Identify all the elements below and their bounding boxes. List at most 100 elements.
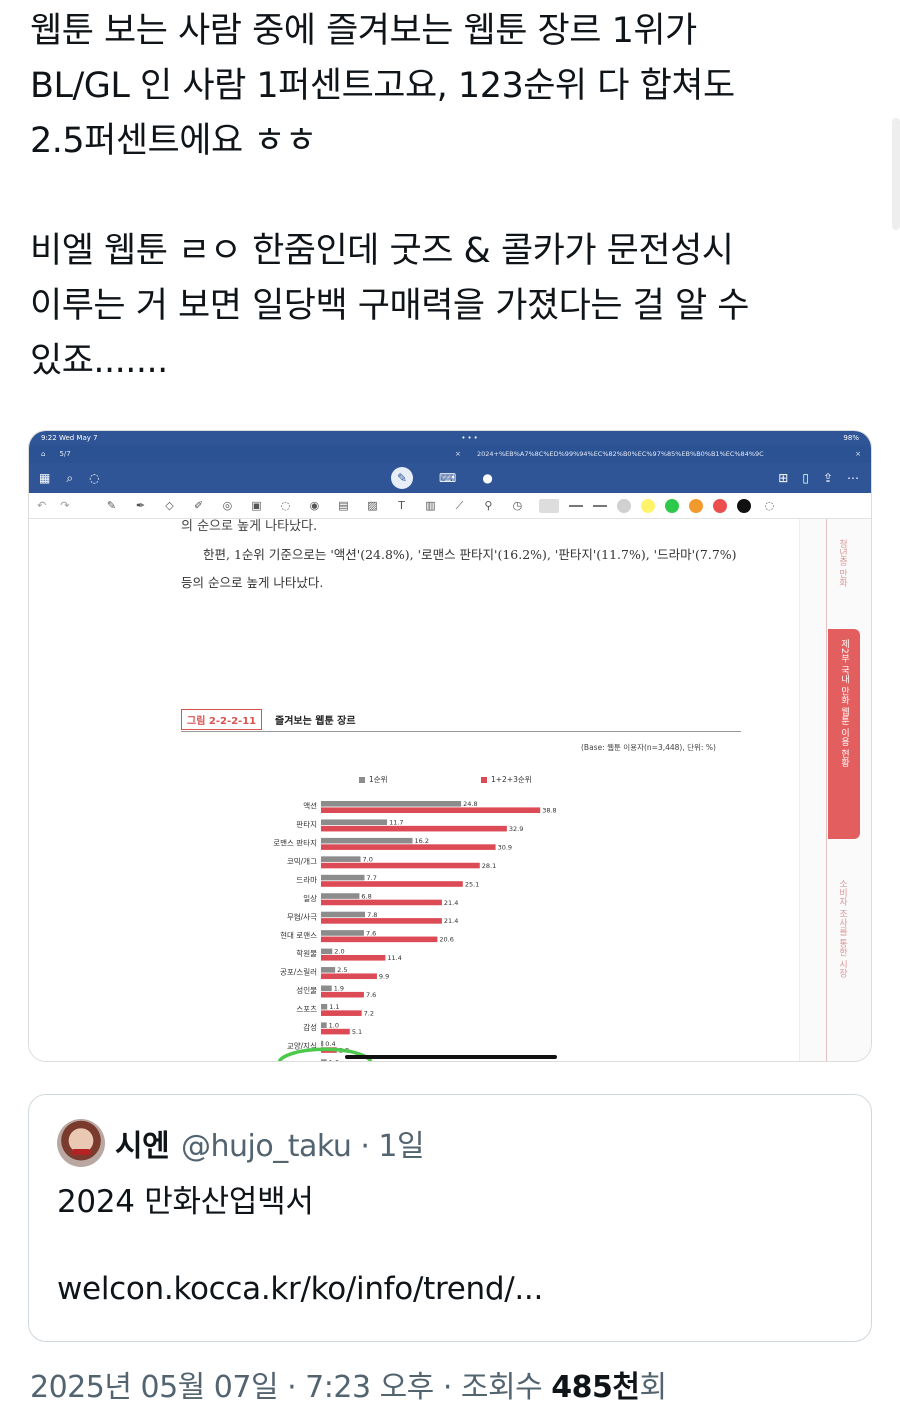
bar-rank1 xyxy=(321,819,388,826)
color-swatch-black[interactable] xyxy=(737,498,752,513)
bar-rank1 xyxy=(321,1059,327,1061)
status-time: 9:22 Wed May 7 xyxy=(41,434,98,442)
add-page-icon[interactable]: ⊞ xyxy=(778,471,788,485)
data-label: 0.4 xyxy=(325,1040,335,1048)
data-label: 11.7 xyxy=(389,819,403,827)
category-label: 무협/사극 xyxy=(287,911,317,921)
bar-rank1 xyxy=(321,874,365,881)
bookmark-icon[interactable]: ▯ xyxy=(802,471,809,485)
tweet-date: 2025년 05월 07일 · 7:23 오후 · 조회수 xyxy=(30,1370,552,1405)
sticker-icon[interactable]: ▤ xyxy=(335,499,351,513)
bar-rank123 xyxy=(321,881,463,887)
avatar[interactable] xyxy=(57,1119,105,1167)
share-icon[interactable]: ⇪ xyxy=(823,471,833,485)
tweet-line: BL/GL 인 사람 1퍼센트고요, 123순위 다 합쳐도 xyxy=(30,66,735,106)
scan-icon[interactable]: ▥ xyxy=(422,499,438,513)
quoted-author-handle: @hujo_taku · 1일 xyxy=(181,1129,425,1164)
thin-line-option[interactable] xyxy=(593,504,608,507)
category-label: 스포츠 xyxy=(296,1005,317,1014)
bar-rank1 xyxy=(321,1003,328,1010)
tweet-line: 이루는 거 보면 일당백 구매력을 가졌다는 걸 알 수 xyxy=(30,286,750,326)
shape-icon[interactable]: ▣ xyxy=(248,499,264,513)
data-label: 28.1 xyxy=(482,862,496,870)
bar-rank1 xyxy=(321,911,366,918)
data-label: 7.8 xyxy=(367,911,377,919)
link-icon[interactable]: ⚲ xyxy=(480,499,496,513)
data-label: 21.4 xyxy=(444,899,458,907)
bar-rank1 xyxy=(321,893,360,899)
comment-icon[interactable]: ◌ xyxy=(277,499,293,513)
pen-icon[interactable]: ✎ xyxy=(103,499,119,513)
medium-line-option[interactable] xyxy=(569,504,584,507)
file-name: 2024+%EB%A7%8C%ED%99%94%EC%82%B0%EC%97%8… xyxy=(477,450,764,458)
bar-rank123 xyxy=(321,973,377,980)
color-picker-icon[interactable]: ◌ xyxy=(761,499,777,512)
bar-rank123 xyxy=(321,936,438,943)
data-label: 1.9 xyxy=(334,985,344,993)
data-label: 7.2 xyxy=(364,1009,374,1017)
category-label: 드라마 xyxy=(296,875,317,884)
fountain-pen-icon[interactable]: ✒ xyxy=(132,499,148,513)
eye-icon[interactable]: ◉ xyxy=(306,499,322,513)
data-label: 21.4 xyxy=(444,917,458,925)
category-label: 성인물 xyxy=(296,985,317,995)
data-label: 9.9 xyxy=(379,973,389,981)
battery-indicator: 98% xyxy=(843,434,859,442)
tweet-text: 웹툰 보는 사람 중에 즐겨보는 웹툰 장르 1위가 BL/GL 인 사람 1퍼… xyxy=(30,4,850,389)
multitask-dots: ••• xyxy=(461,434,480,442)
data-label: 1.0 xyxy=(329,1022,339,1030)
thick-line-option[interactable] xyxy=(539,498,560,513)
quoted-link[interactable]: welcon.kocca.kr/ko/info/trend/... xyxy=(57,1271,543,1307)
search-icon[interactable]: ⌕ xyxy=(66,471,73,486)
data-label: 32.9 xyxy=(509,825,523,833)
color-swatch-yellow[interactable] xyxy=(641,498,656,513)
home-icon[interactable]: ⌂ xyxy=(41,445,45,463)
color-swatch-gray[interactable] xyxy=(617,498,632,513)
bar-rank123 xyxy=(321,807,541,813)
bar-rank1 xyxy=(321,985,332,992)
quoted-text: 2024 만화산업백서 xyxy=(57,1184,314,1220)
attached-screenshot[interactable]: 9:22 Wed May 7 ••• 98% ⌂ 5/7 × 2024+%EB%… xyxy=(28,430,872,1062)
category-label: 판타지 xyxy=(296,820,317,829)
keyboard-icon[interactable]: ⌨ xyxy=(439,471,456,485)
tweet-line: 2.5퍼센트에요 ㅎㅎ xyxy=(30,121,317,161)
quoted-tweet[interactable]: 시엔 @hujo_taku · 1일 2024 만화산업백서 welcon.ko… xyxy=(28,1094,872,1342)
more-icon[interactable]: ⋯ xyxy=(847,471,859,485)
bar-rank1 xyxy=(321,837,413,844)
tweet-meta: 2025년 05월 07일 · 7:23 오후 · 조회수 485천회 xyxy=(30,1362,667,1406)
color-swatch-red[interactable] xyxy=(713,498,728,513)
app-tab-row: ⌂ 5/7 × 2024+%EB%A7%8C%ED%99%94%EC%82%B0… xyxy=(29,445,871,463)
quoted-author-name[interactable]: 시엔 xyxy=(115,1121,170,1165)
lasso-select-icon[interactable]: ◎ xyxy=(219,499,235,513)
color-swatch-green[interactable] xyxy=(665,498,680,513)
textbox-icon[interactable]: T xyxy=(393,499,409,513)
undo-icon[interactable]: ↶ xyxy=(37,499,46,512)
pen-toolbar: ↶ ↷ ✎ ✒ ◇ ✐ ◎ ▣ ◌ ◉ ▤ ▨ T ▥ ⟋ ⚲ ◷ ◌ xyxy=(29,493,871,519)
data-label: 7.0 xyxy=(363,855,373,863)
data-label: 1.0 xyxy=(329,1058,339,1062)
side-label-bottom: 소비자 조사를 통한 시장 xyxy=(837,879,847,978)
tweet-line: 있죠....... xyxy=(30,341,168,381)
category-label: 일상 xyxy=(303,893,317,903)
bar-rank1 xyxy=(321,1022,327,1028)
scrollbar[interactable] xyxy=(892,118,900,230)
ruler-icon[interactable]: ⟋ xyxy=(451,499,467,513)
highlighter-icon[interactable]: ✐ xyxy=(190,499,206,513)
close-tab-icon[interactable]: × xyxy=(855,445,861,463)
eraser-icon[interactable]: ◇ xyxy=(161,499,177,513)
bar-rank123 xyxy=(321,844,496,850)
close-icon[interactable]: × xyxy=(455,445,461,463)
lasso-icon[interactable]: ◌ xyxy=(89,471,99,486)
data-label: 7.6 xyxy=(366,991,376,999)
page-indicator: 5/7 xyxy=(59,450,71,458)
redo-icon[interactable]: ↷ xyxy=(60,499,69,512)
image-icon[interactable]: ▨ xyxy=(364,499,380,513)
pen-mode-icon[interactable]: ✎ xyxy=(391,467,413,489)
data-label: 6.8 xyxy=(361,892,371,900)
color-swatch-orange[interactable] xyxy=(689,498,704,513)
ipad-status-bar: 9:22 Wed May 7 ••• 98% xyxy=(29,431,871,445)
category-label: 학원물 xyxy=(296,948,317,958)
timer-icon[interactable]: ◷ xyxy=(509,499,525,513)
grid-icon[interactable]: ▦ xyxy=(39,471,50,486)
microphone-icon[interactable]: ● xyxy=(482,471,492,485)
